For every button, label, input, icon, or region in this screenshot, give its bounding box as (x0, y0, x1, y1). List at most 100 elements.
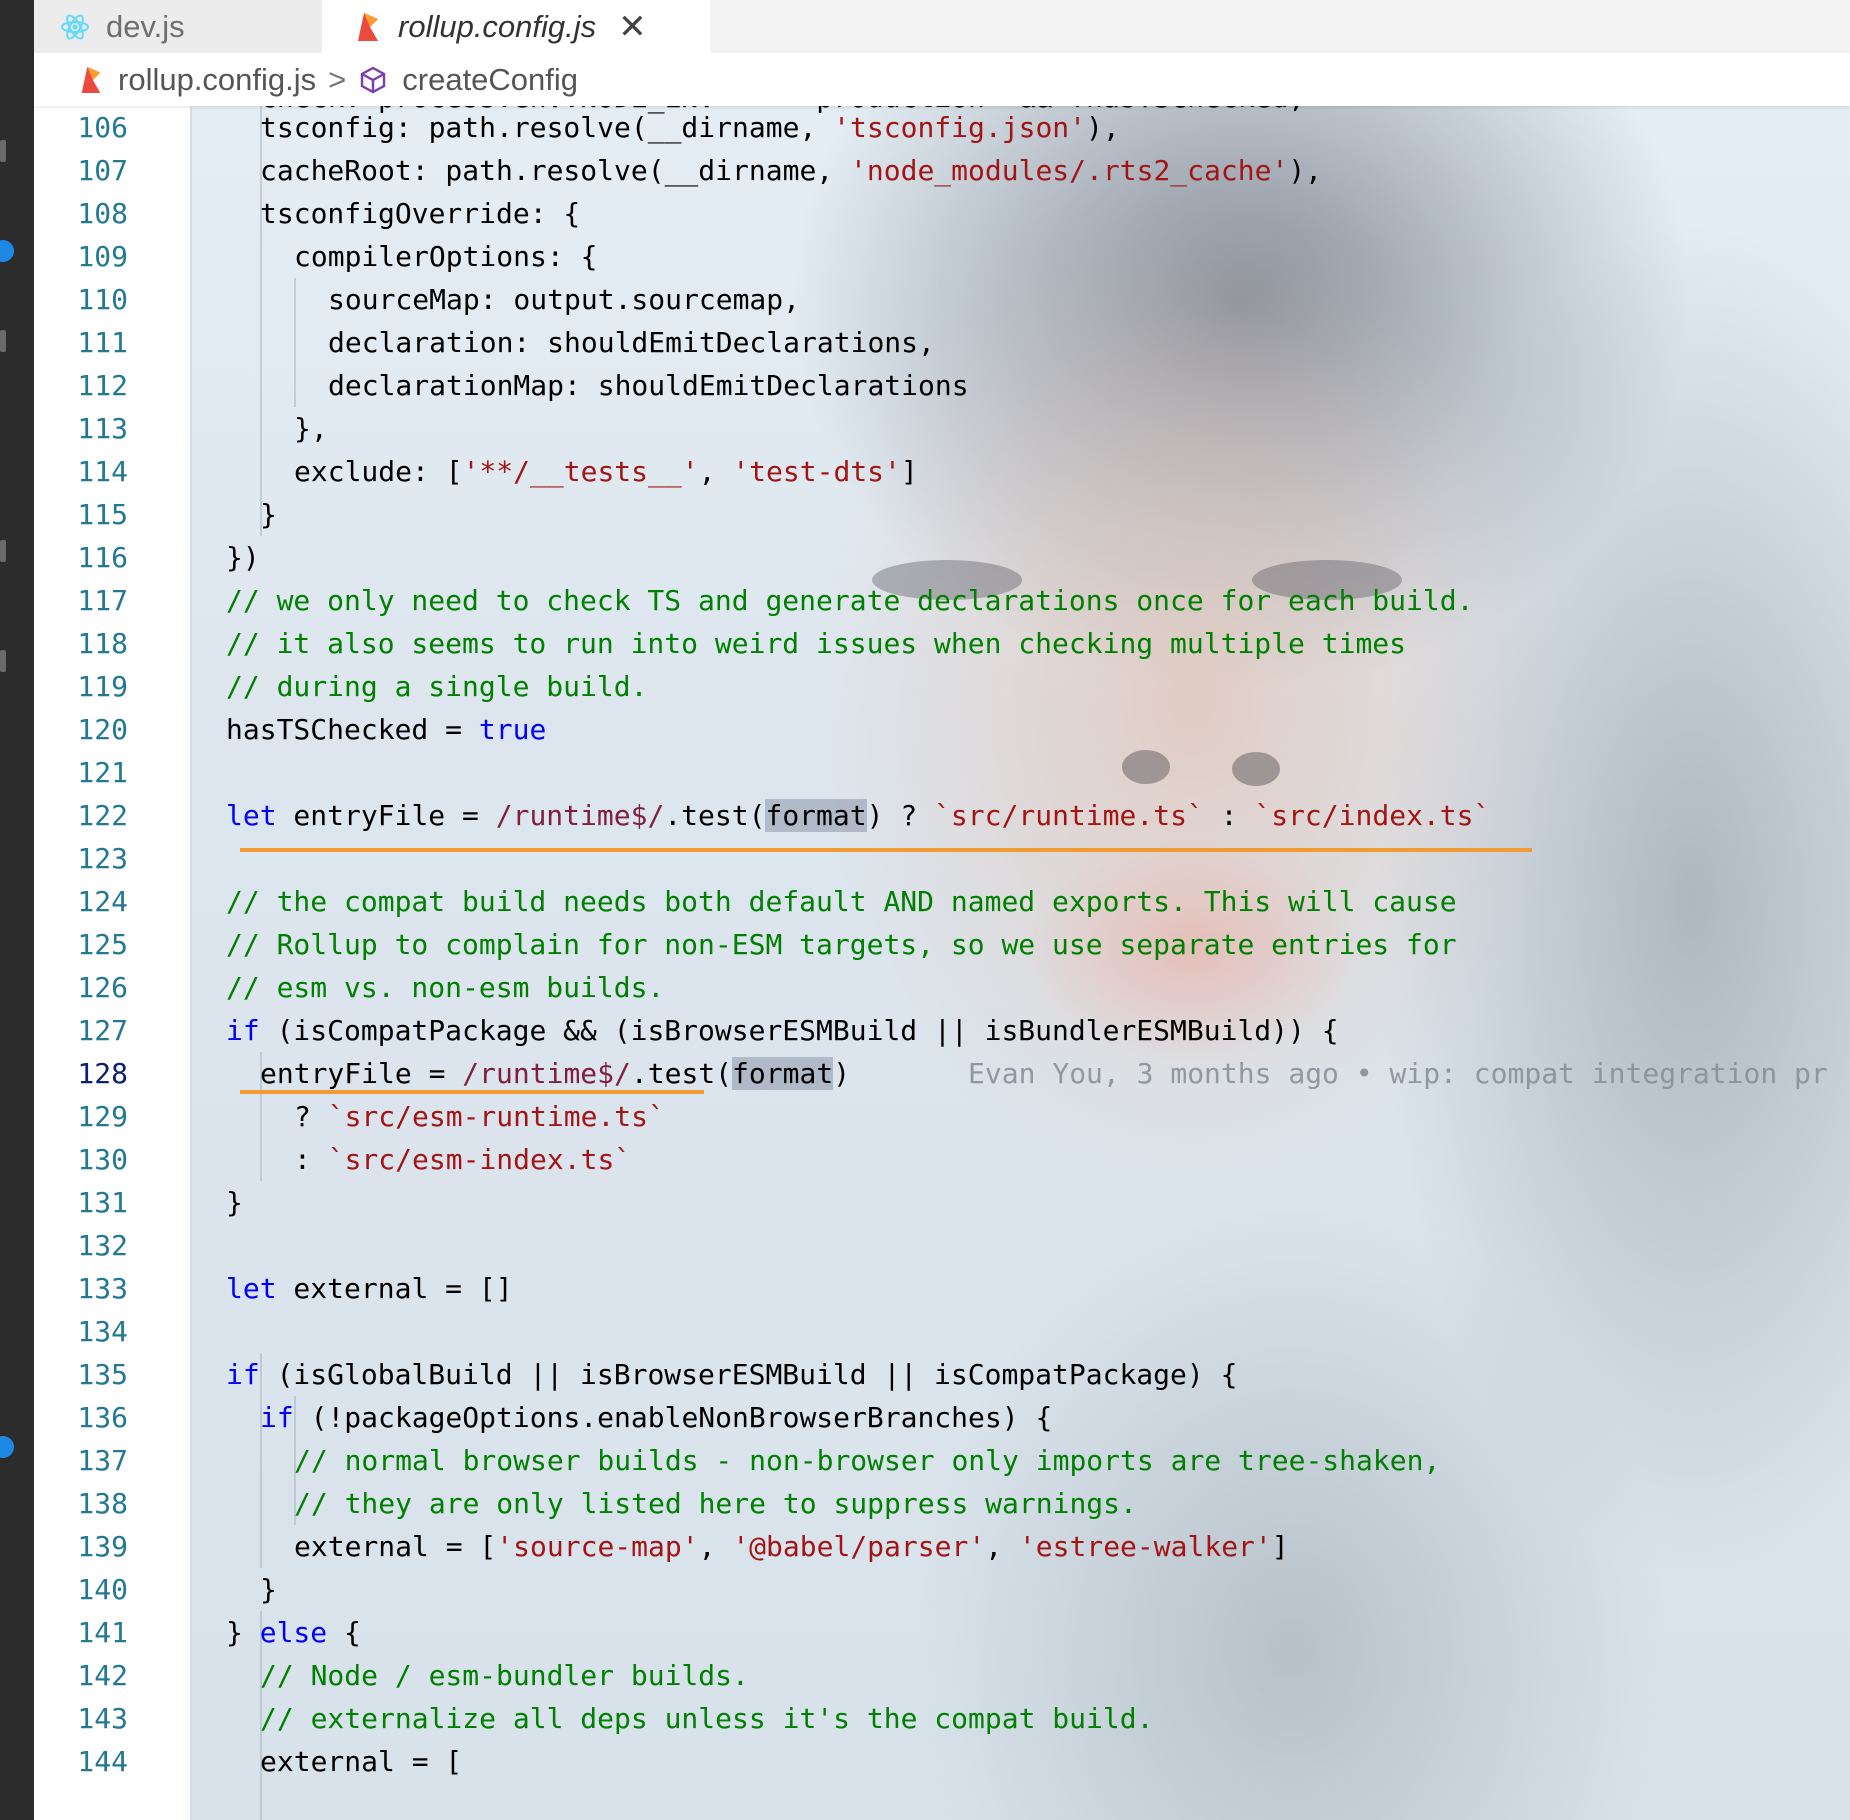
keyword-token: let (226, 799, 277, 832)
code-token: entryFile = (260, 1057, 463, 1090)
line-number: 109 (77, 240, 128, 273)
comment-line: // during a single build. (226, 670, 648, 703)
code-token: ] (1271, 1530, 1289, 1563)
code-token: (!packageOptions.enableNonBrowserBranche… (293, 1401, 1053, 1434)
code-line: sourceMap: output.sourcemap, (328, 283, 801, 316)
code-line: } (226, 1186, 243, 1219)
tab-rollup-config[interactable]: rollup.config.js ✕ (322, 0, 710, 53)
line-number-gutter: 106 107 108 109 110 111 112 113 114 115 … (34, 106, 192, 1820)
code-line: : `src/esm-index.ts` (294, 1138, 631, 1181)
code-line: if (isGlobalBuild || isBrowserESMBuild |… (226, 1353, 1237, 1396)
line-number: 131 (77, 1186, 128, 1219)
keyword-token: if (226, 1358, 260, 1391)
regex-token: /runtime$/ (462, 1057, 631, 1090)
keyword-token: if (226, 1014, 260, 1047)
line-number: 114 (77, 455, 128, 488)
code-line: ? `src/esm-runtime.ts` (294, 1095, 665, 1138)
code-token: , (698, 1530, 733, 1563)
line-number: 120 (77, 713, 128, 746)
activity-marker (0, 540, 6, 562)
line-number: 139 (77, 1530, 128, 1563)
code-token: exclude: [ (294, 455, 463, 488)
line-number-current: 128 (77, 1057, 128, 1090)
keyword-token: true (478, 713, 547, 746)
line-number: 124 (77, 885, 128, 918)
line-number: 141 (77, 1616, 128, 1649)
comment-line: // Rollup to complain for non-ESM target… (226, 928, 1457, 961)
keyword-token: if (260, 1401, 294, 1434)
warning-underline (240, 848, 1532, 852)
line-number: 111 (77, 326, 128, 359)
string-token: `src/runtime.ts` (934, 799, 1204, 832)
code-area[interactable]: check: process.env.NODE_ENV === 'product… (226, 106, 1850, 1820)
code-line: } (260, 498, 277, 531)
code-token: (isCompatPackage && (isBrowserESMBuild |… (259, 1014, 1339, 1047)
code-editor[interactable]: 106 107 108 109 110 111 112 113 114 115 … (34, 106, 1850, 1820)
string-token: 'source-map' (496, 1530, 699, 1563)
comment-line: // externalize all deps unless it's the … (260, 1702, 1154, 1735)
string-token: '**/__tests__' (462, 455, 699, 488)
code-token: cacheRoot: path.resolve(__dirname, (260, 154, 851, 187)
line-number: 108 (77, 197, 128, 230)
react-icon (60, 12, 90, 42)
code-token: external = [] (276, 1272, 513, 1305)
comment-line: // we only need to check TS and generate… (226, 584, 1474, 617)
code-token: : (294, 1143, 328, 1176)
line-number: 144 (77, 1745, 128, 1778)
code-line: tsconfigOverride: { (260, 197, 581, 230)
activity-marker (0, 650, 6, 672)
line-number: 140 (77, 1573, 128, 1606)
tab-label: rollup.config.js (398, 8, 597, 44)
code-line: declarationMap: shouldEmitDeclarations (328, 369, 969, 402)
line-number: 126 (77, 971, 128, 1004)
code-line: external = ['source-map', '@babel/parser… (294, 1525, 1289, 1568)
line-number: 116 (77, 541, 128, 574)
accounts-badge[interactable] (0, 1436, 14, 1458)
string-token: `src/esm-index.ts` (327, 1143, 632, 1176)
code-line: if (!packageOptions.enableNonBrowserBran… (260, 1396, 1052, 1439)
line-number: 135 (77, 1358, 128, 1391)
breadcrumb-file[interactable]: rollup.config.js (118, 62, 316, 98)
highlighted-token: format (765, 799, 867, 832)
string-token: 'tsconfig.json' (833, 111, 1087, 144)
line-number: 113 (77, 412, 128, 445)
breadcrumb-symbol[interactable]: createConfig (402, 62, 578, 98)
code-token: { (327, 1616, 361, 1649)
source-control-badge[interactable] (0, 240, 14, 262)
code-token: : (1203, 799, 1255, 832)
code-line: cacheRoot: path.resolve(__dirname, 'node… (260, 149, 1322, 192)
line-number: 106 (77, 111, 128, 144)
line-number: 122 (77, 799, 128, 832)
keyword-token: let (226, 1272, 277, 1305)
code-line: let external = [] (226, 1267, 513, 1310)
string-token: `src/esm-runtime.ts` (327, 1100, 665, 1133)
code-token: , (698, 455, 733, 488)
line-number: 130 (77, 1143, 128, 1176)
line-number: 115 (77, 498, 128, 531)
string-token: '@babel/parser' (732, 1530, 986, 1563)
line-number: 143 (77, 1702, 128, 1735)
code-token: ] (900, 455, 918, 488)
line-number: 138 (77, 1487, 128, 1520)
code-token: hasTSChecked = (226, 713, 479, 746)
chevron-right-icon: > (328, 61, 347, 97)
code-line: let entryFile = /runtime$/.test(format) … (226, 794, 1490, 837)
regex-token: /runtime$/ (495, 799, 665, 832)
keyword-token: else (259, 1616, 328, 1649)
string-token: `src/index.ts` (1254, 799, 1491, 832)
git-blame-annotation: Evan You, 3 months ago • wip: compat int… (968, 1057, 1828, 1090)
code-token: ) ? (866, 799, 935, 832)
code-line: exclude: ['**/__tests__', 'test-dts'] (294, 450, 918, 493)
comment-line: // it also seems to run into weird issue… (226, 627, 1407, 660)
comment-line: // esm vs. non-esm builds. (226, 971, 665, 1004)
code-line: hasTSChecked = true (226, 708, 546, 751)
code-token: ) (833, 1057, 851, 1090)
activity-bar (0, 0, 34, 1820)
close-icon[interactable]: ✕ (618, 7, 647, 47)
tab-strip: dev.js rollup.config.js ✕ (34, 0, 1850, 53)
code-token: .test( (664, 799, 766, 832)
line-number: 110 (77, 283, 128, 316)
tab-dev-js[interactable]: dev.js (34, 0, 322, 53)
warning-underline (240, 1090, 704, 1094)
line-number: 132 (77, 1229, 128, 1262)
